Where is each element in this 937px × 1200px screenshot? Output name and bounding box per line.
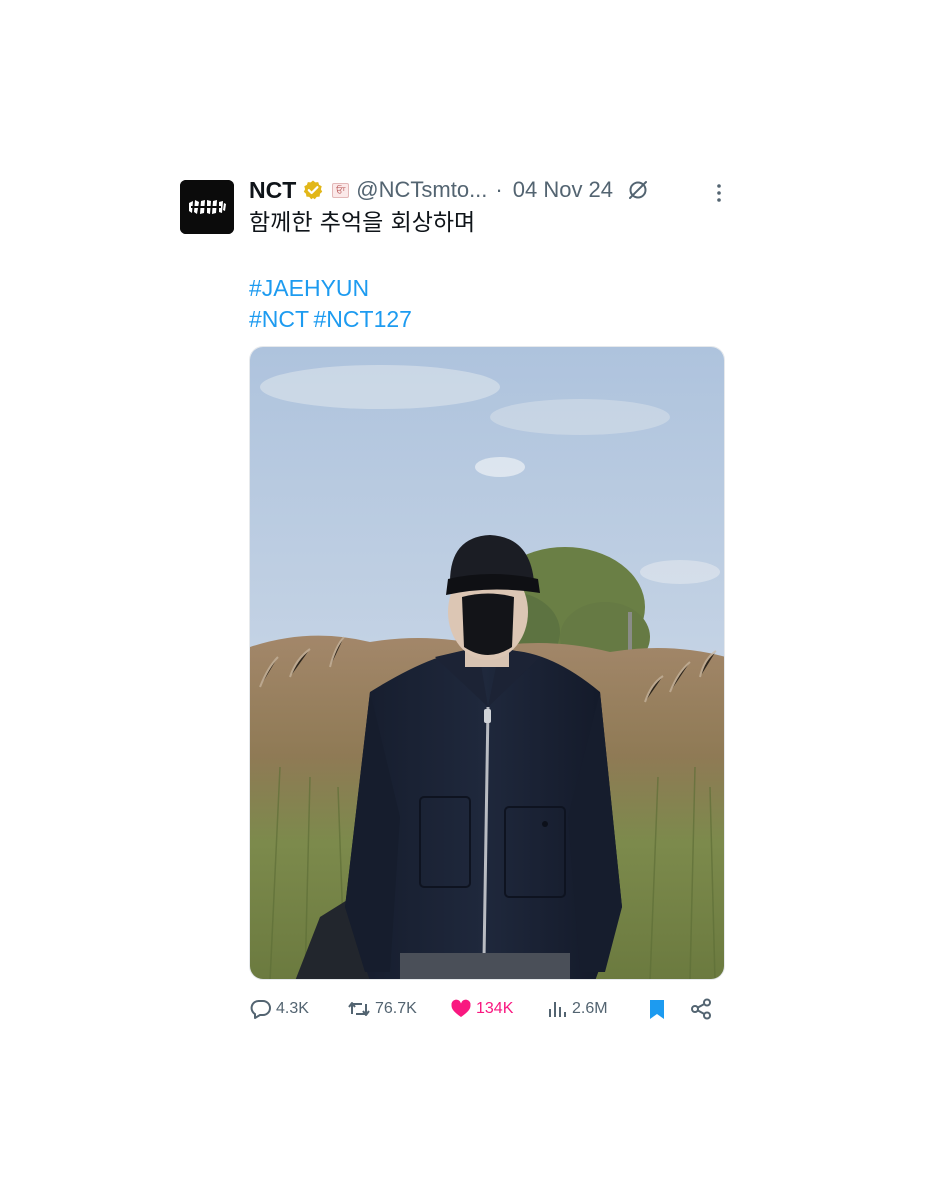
affiliate-badge[interactable]: ਓਾ	[332, 182, 350, 198]
author-name[interactable]: NCT	[249, 177, 296, 204]
avatar[interactable]	[180, 180, 234, 234]
action-bar: 4.3K 76.7K 134K 2.6M	[249, 994, 725, 1024]
share-icon	[690, 998, 716, 1020]
tweet-date[interactable]: 04 Nov 24	[513, 177, 613, 203]
reply-count: 4.3K	[276, 1000, 309, 1017]
author-handle[interactable]: @NCTsmto...	[356, 177, 487, 203]
hashtag-nct127[interactable]: #NCT127	[314, 306, 412, 332]
like-count: 134K	[476, 1000, 514, 1017]
views-icon	[546, 998, 572, 1020]
views-button[interactable]: 2.6M	[546, 994, 608, 1024]
verified-badge-icon	[302, 179, 324, 201]
share-button[interactable]	[690, 994, 716, 1024]
separator-dot: ·	[495, 177, 503, 202]
bookmark-button[interactable]	[647, 994, 671, 1024]
hashtag-jaehyun[interactable]: #JAEHYUN	[249, 275, 369, 301]
hashtag-nct[interactable]: #NCT	[249, 306, 309, 332]
repost-button[interactable]: 76.7K	[347, 994, 417, 1024]
repost-count: 76.7K	[375, 1000, 417, 1017]
like-button[interactable]: 134K	[450, 994, 513, 1024]
tweet-text: 함께한 추억을 회상하며	[249, 210, 476, 236]
like-icon	[450, 998, 476, 1020]
bookmark-icon	[647, 998, 671, 1020]
views-count: 2.6M	[572, 1000, 608, 1017]
more-icon[interactable]	[709, 182, 729, 204]
reply-button[interactable]: 4.3K	[250, 994, 309, 1024]
tweet-header: NCT ਓਾ @NCTsmto... · 04 Nov 24	[249, 172, 725, 208]
tweet-photo[interactable]	[249, 346, 725, 980]
grok-icon[interactable]	[627, 179, 649, 201]
reply-icon	[250, 998, 276, 1020]
hashtag-block: #JAEHYUN #NCT #NCT127	[249, 273, 725, 335]
repost-icon	[347, 998, 375, 1020]
